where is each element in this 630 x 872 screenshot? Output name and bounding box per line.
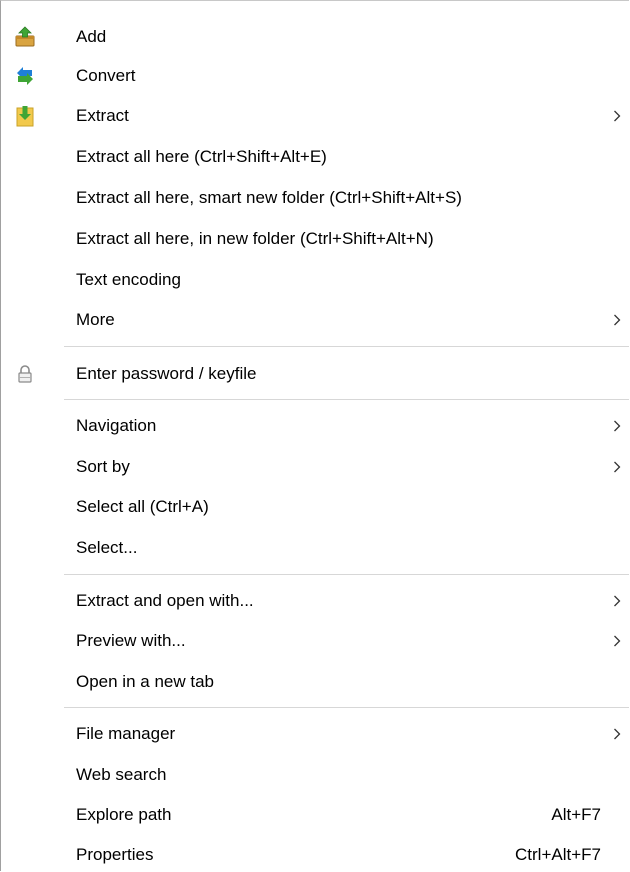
- menu-item-label: Navigation: [76, 416, 157, 435]
- menu-item-file-manager[interactable]: File manager: [1, 717, 627, 751]
- menu-separator: [64, 707, 629, 708]
- menu-item-label: Extract: [76, 106, 129, 125]
- menu-item-extract-all-here[interactable]: Extract all here (Ctrl+Shift+Alt+E): [1, 140, 627, 174]
- menu-item-label: Add: [76, 27, 107, 46]
- menu-item-shortcut: Alt+F7: [551, 805, 601, 824]
- lock-icon: [14, 363, 36, 385]
- menu-item-shortcut: Ctrl+Alt+F7: [515, 845, 601, 864]
- chevron-right-icon: [612, 109, 622, 123]
- menu-item-extract-smart-folder[interactable]: Extract all here, smart new folder (Ctrl…: [1, 181, 627, 215]
- chevron-right-icon: [612, 594, 622, 608]
- menu-item-properties[interactable]: Properties Ctrl+Alt+F7: [1, 838, 627, 871]
- menu-item-label: Extract all here (Ctrl+Shift+Alt+E): [76, 147, 327, 166]
- context-menu: Add Convert Extract Extract all here (Ct…: [0, 0, 629, 871]
- menu-item-more[interactable]: More: [1, 303, 627, 337]
- menu-separator: [64, 346, 629, 347]
- menu-item-enter-password[interactable]: Enter password / keyfile: [1, 357, 627, 391]
- menu-item-label: Text encoding: [76, 270, 181, 289]
- menu-item-extract-new-folder[interactable]: Extract all here, in new folder (Ctrl+Sh…: [1, 222, 627, 256]
- chevron-right-icon: [612, 727, 622, 741]
- menu-item-web-search[interactable]: Web search: [1, 758, 627, 792]
- menu-item-label: Properties: [76, 845, 154, 864]
- menu-item-preview-with[interactable]: Preview with...: [1, 624, 627, 658]
- chevron-right-icon: [612, 313, 622, 327]
- menu-item-label: Sort by: [76, 457, 130, 476]
- menu-item-label: More: [76, 310, 115, 329]
- menu-item-label: Select...: [76, 538, 138, 557]
- menu-item-add[interactable]: Add: [1, 20, 627, 54]
- menu-item-sort-by[interactable]: Sort by: [1, 450, 627, 484]
- menu-item-explore-path[interactable]: Explore path Alt+F7: [1, 798, 627, 832]
- menu-item-navigation[interactable]: Navigation: [1, 409, 627, 443]
- menu-separator: [64, 399, 629, 400]
- chevron-right-icon: [612, 634, 622, 648]
- menu-item-extract[interactable]: Extract: [1, 99, 627, 133]
- chevron-right-icon: [612, 419, 622, 433]
- menu-separator: [64, 574, 629, 575]
- menu-item-label: Extract all here, smart new folder (Ctrl…: [76, 188, 462, 207]
- menu-item-convert[interactable]: Convert: [1, 59, 627, 93]
- menu-item-label: Open in a new tab: [76, 672, 214, 691]
- menu-item-label: Extract and open with...: [76, 591, 254, 610]
- menu-item-label: File manager: [76, 724, 176, 743]
- menu-item-label: Convert: [76, 66, 136, 85]
- menu-item-label: Select all (Ctrl+A): [76, 497, 209, 516]
- menu-item-open-new-tab[interactable]: Open in a new tab: [1, 665, 627, 699]
- menu-item-label: Web search: [76, 765, 167, 784]
- menu-item-label: Extract all here, in new folder (Ctrl+Sh…: [76, 229, 434, 248]
- menu-item-label: Preview with...: [76, 631, 186, 650]
- convert-icon: [14, 65, 36, 87]
- menu-item-label: Enter password / keyfile: [76, 364, 257, 383]
- chevron-right-icon: [612, 460, 622, 474]
- menu-item-text-encoding[interactable]: Text encoding: [1, 263, 627, 297]
- menu-item-select-all[interactable]: Select all (Ctrl+A): [1, 490, 627, 524]
- menu-item-label: Explore path: [76, 805, 172, 824]
- menu-item-select[interactable]: Select...: [1, 531, 627, 565]
- menu-item-extract-open-with[interactable]: Extract and open with...: [1, 584, 627, 618]
- add-archive-icon: [14, 26, 36, 48]
- extract-icon: [14, 105, 36, 127]
